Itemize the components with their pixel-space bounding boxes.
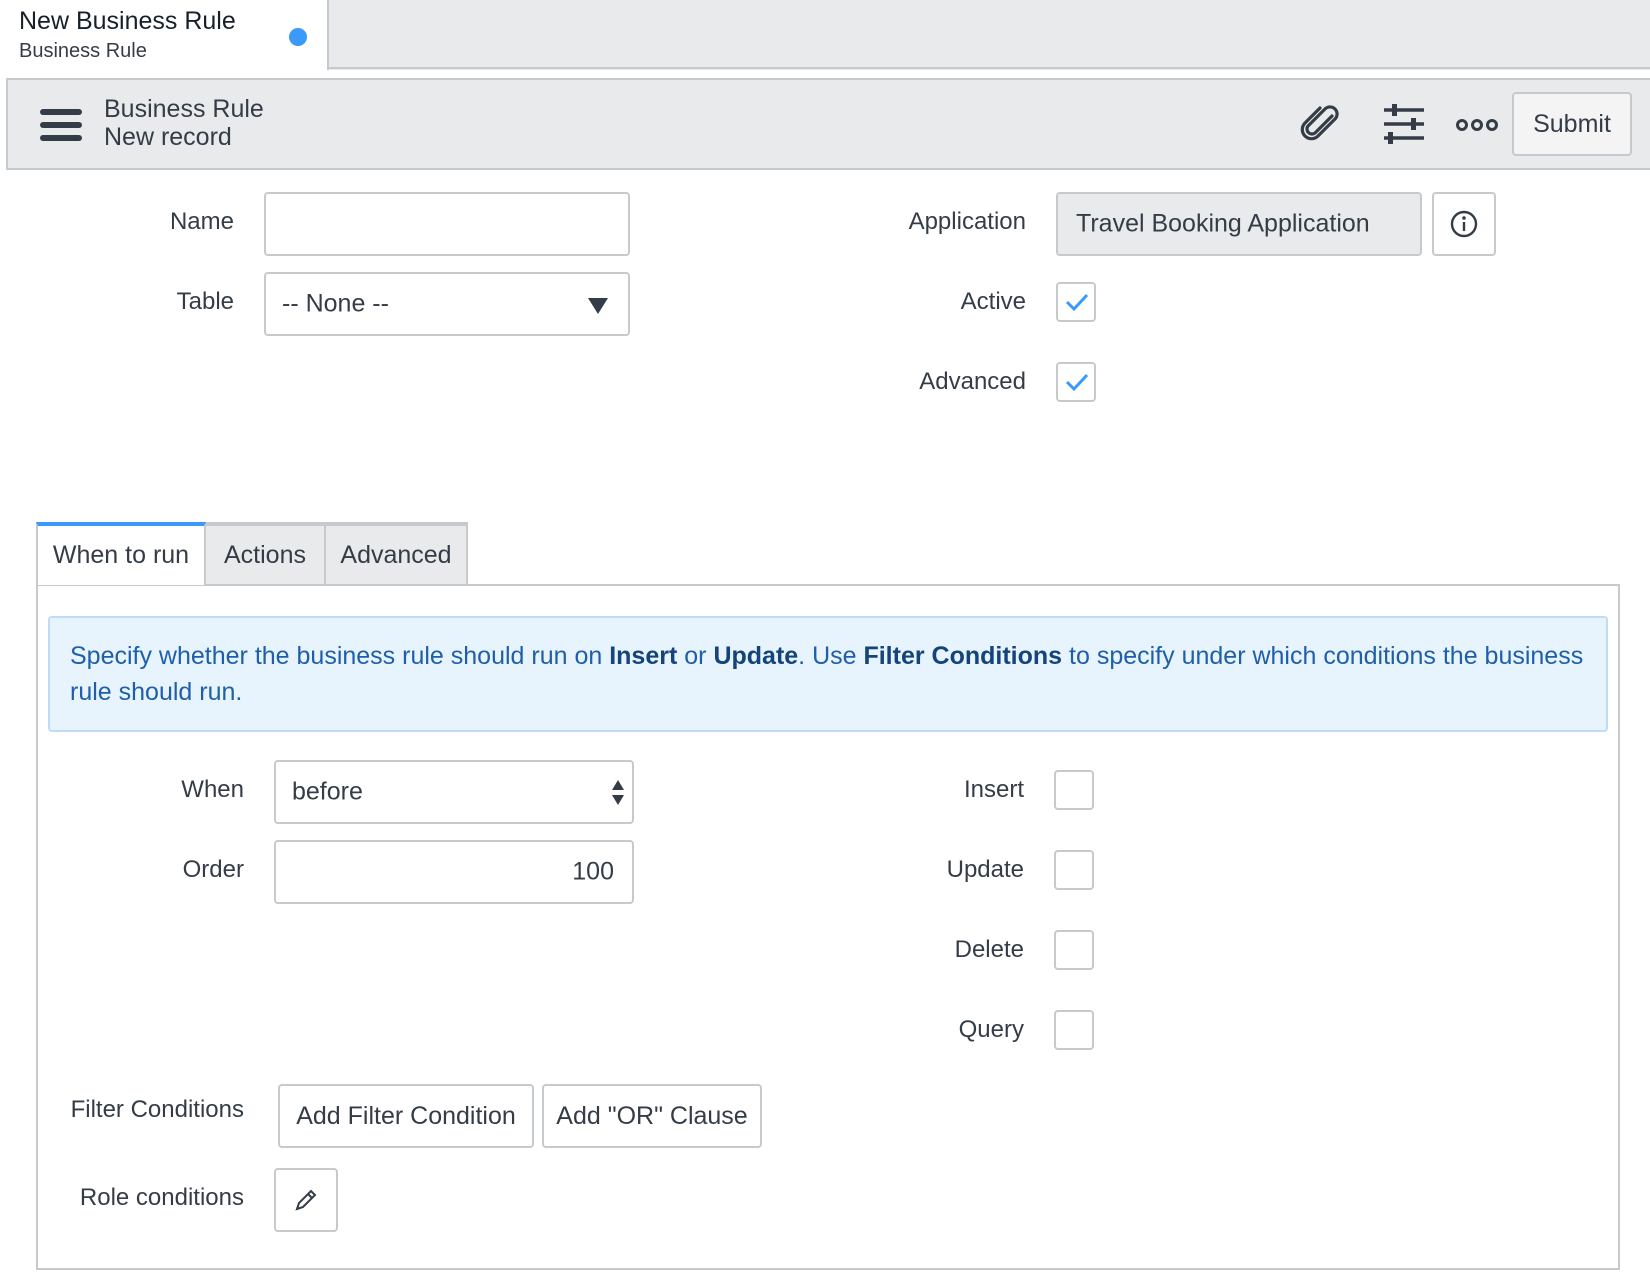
application-label: Application (908, 208, 1026, 235)
header-title: Business Rule (104, 95, 264, 123)
paperclip-icon[interactable] (1298, 102, 1344, 148)
active-checkbox[interactable] (1056, 282, 1096, 322)
query-label: Query (958, 1016, 1024, 1043)
table-select[interactable]: -- None -- (264, 272, 630, 336)
info-message: Specify whether the business rule should… (48, 616, 1608, 732)
order-input-value: 100 (572, 857, 614, 886)
table-select-value: -- None -- (282, 289, 389, 318)
application-field: Travel Booking Application (1056, 192, 1422, 256)
submit-button[interactable]: Submit (1512, 92, 1632, 156)
query-checkbox[interactable] (1054, 1010, 1094, 1050)
update-label: Update (946, 856, 1024, 883)
application-value: Travel Booking Application (1076, 209, 1370, 238)
form-header: Business Rule New record Submit (6, 78, 1650, 170)
header-subtitle: New record (104, 123, 232, 151)
unsaved-indicator-dot (289, 28, 307, 46)
tab-when-to-run[interactable]: When to run (36, 522, 206, 585)
document-tab-subtitle: Business Rule (19, 40, 147, 62)
name-input[interactable] (264, 192, 630, 256)
advanced-label: Advanced (919, 368, 1026, 395)
filter-conditions-label: Filter Conditions (70, 1096, 244, 1123)
info-message-text: Specify whether the business rule should… (70, 642, 1584, 706)
role-conditions-label: Role conditions (79, 1184, 244, 1211)
order-label: Order (182, 856, 244, 883)
info-icon (1450, 210, 1478, 238)
when-select-value: before (292, 777, 363, 806)
tab-actions[interactable]: Actions (206, 522, 326, 585)
tab-advanced[interactable]: Advanced (326, 522, 468, 585)
delete-label: Delete (954, 936, 1024, 963)
chevron-down-icon (588, 298, 608, 314)
table-label: Table (176, 288, 234, 315)
edit-role-conditions-button[interactable] (274, 1168, 338, 1232)
add-filter-condition-button[interactable]: Add Filter Condition (278, 1084, 534, 1148)
active-label: Active (960, 288, 1026, 315)
checkmark-icon (1065, 293, 1089, 312)
hamburger-icon[interactable] (40, 109, 82, 141)
insert-label: Insert (963, 776, 1024, 803)
pencil-icon (295, 1189, 317, 1211)
document-tab[interactable]: New Business Rule Business Rule (0, 0, 329, 70)
add-or-clause-button[interactable]: Add "OR" Clause (542, 1084, 762, 1148)
name-label: Name (169, 208, 234, 235)
update-checkbox[interactable] (1054, 850, 1094, 890)
insert-checkbox[interactable] (1054, 770, 1094, 810)
tab-strip: New Business Rule Business Rule (0, 0, 1650, 70)
updown-chevron-icon (611, 780, 625, 806)
document-tab-title: New Business Rule (19, 7, 236, 35)
info-button[interactable] (1432, 192, 1496, 256)
more-icon[interactable] (1454, 102, 1500, 148)
when-label: When (181, 776, 244, 803)
advanced-checkbox[interactable] (1056, 362, 1096, 402)
checkmark-icon (1065, 373, 1089, 392)
when-select[interactable]: before (274, 760, 634, 824)
tab-strip-divider (328, 67, 1650, 69)
delete-checkbox[interactable] (1054, 930, 1094, 970)
sliders-icon[interactable] (1381, 102, 1427, 148)
order-input[interactable]: 100 (274, 840, 634, 904)
